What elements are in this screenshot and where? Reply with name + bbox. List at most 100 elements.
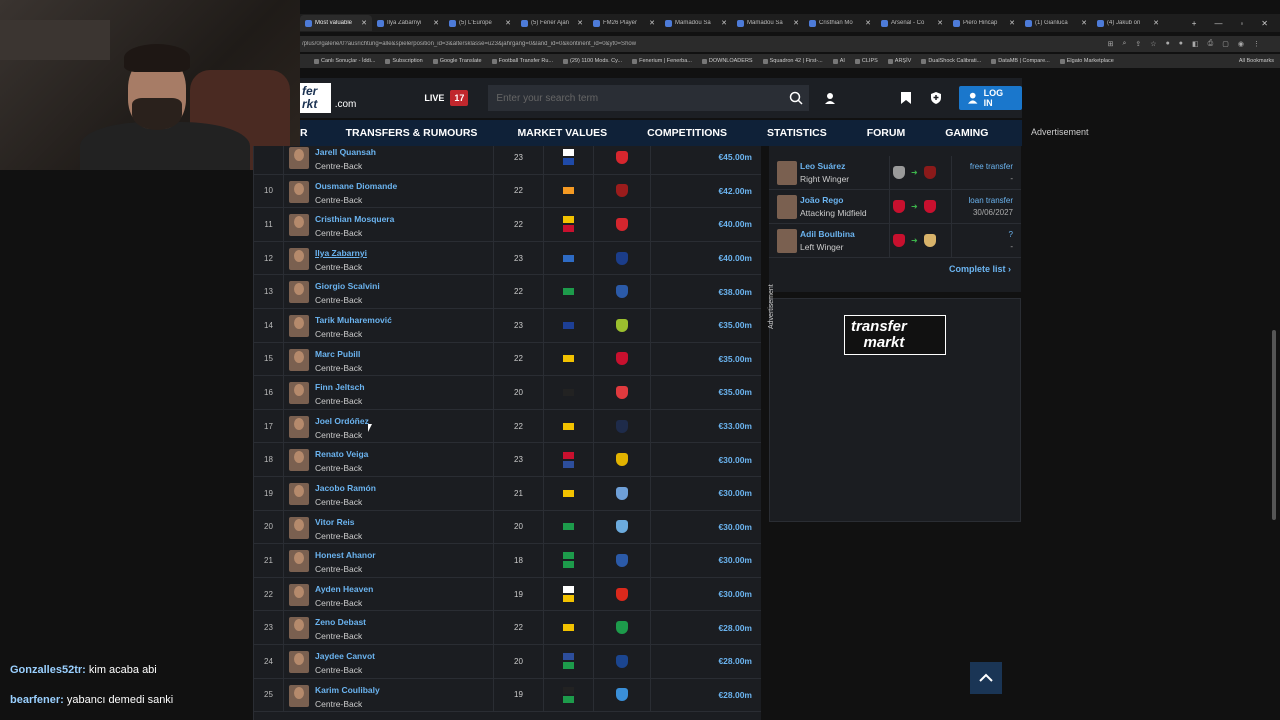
bookmark-item[interactable]: Elgato Marketplace: [1059, 58, 1114, 64]
bookmark-item[interactable]: Canlı Sonuçlar - İddi...: [314, 58, 375, 64]
all-bookmarks[interactable]: All Bookmarks: [1239, 58, 1280, 64]
transfermarkt-logo[interactable]: transfer markt: [844, 315, 946, 355]
club-cell[interactable]: [594, 208, 650, 241]
player-name-link[interactable]: Jaydee Canvot: [315, 651, 375, 661]
player-name-link[interactable]: Jarell Quansah: [315, 147, 376, 157]
extension-icon[interactable]: ●: [1179, 40, 1183, 48]
player-photo[interactable]: [289, 382, 309, 405]
market-value-link[interactable]: €30.00m: [718, 511, 752, 544]
player-name-link[interactable]: João Rego: [800, 195, 843, 205]
player-photo[interactable]: [777, 161, 797, 185]
close-tab-icon[interactable]: ✕: [649, 19, 655, 27]
club-cell[interactable]: [594, 376, 650, 409]
club-cell[interactable]: [594, 410, 650, 443]
player-photo[interactable]: [289, 684, 309, 707]
player-photo[interactable]: [289, 651, 309, 673]
user-search-icon[interactable]: [823, 90, 838, 106]
player-photo[interactable]: [289, 348, 309, 371]
club-cell[interactable]: [594, 242, 650, 275]
market-value-link[interactable]: €45.00m: [718, 146, 752, 174]
browser-tab[interactable]: (4) Jakub on ✕: [1092, 15, 1164, 31]
browser-tab[interactable]: FM26 Player ✕: [588, 15, 660, 31]
club-cell[interactable]: [594, 309, 650, 342]
from-club-crest-icon[interactable]: [893, 234, 905, 247]
minimize-icon[interactable]: —: [1214, 19, 1222, 28]
bookmark-item[interactable]: DOWNLOADERS: [701, 58, 753, 64]
player-name-link[interactable]: Marc Pubill: [315, 349, 360, 359]
bookmark-item[interactable]: Subscription: [385, 58, 423, 64]
player-photo[interactable]: [289, 214, 309, 237]
close-tab-icon[interactable]: ✕: [865, 19, 871, 27]
market-value-link[interactable]: €28.00m: [718, 611, 752, 644]
market-value-link[interactable]: €35.00m: [718, 376, 752, 409]
sidebar-icon[interactable]: ▢: [1222, 40, 1229, 48]
transfer-fee[interactable]: ? -: [1009, 229, 1013, 253]
zoom-icon[interactable]: ⌕: [1122, 40, 1126, 48]
bookmark-icon[interactable]: [899, 90, 914, 106]
shield-icon[interactable]: [928, 90, 943, 106]
market-value-link[interactable]: €30.00m: [718, 477, 752, 510]
club-cell[interactable]: [594, 275, 650, 308]
player-photo[interactable]: [289, 516, 309, 539]
from-club-crest-icon[interactable]: [893, 166, 905, 179]
close-tab-icon[interactable]: ✕: [433, 19, 439, 27]
bookmark-item[interactable]: DualShock Calibrati...: [921, 58, 981, 64]
market-value-link[interactable]: €35.00m: [718, 343, 752, 376]
bookmark-item[interactable]: (29) 1100 Mods. Cy...: [563, 58, 622, 64]
player-name-link[interactable]: Tarik Muharemović: [315, 315, 392, 325]
extensions-icon[interactable]: ◧: [1192, 40, 1199, 48]
club-cell[interactable]: [594, 146, 650, 174]
close-tab-icon[interactable]: ✕: [721, 19, 727, 27]
player-photo[interactable]: [289, 180, 309, 203]
nav-item-partial[interactable]: R: [300, 127, 308, 139]
search-button[interactable]: [783, 85, 809, 111]
bookmark-item[interactable]: Google Translate: [432, 58, 482, 64]
close-tab-icon[interactable]: ✕: [937, 19, 943, 27]
browser-tab[interactable]: (5) Fener Ajan ✕: [516, 15, 588, 31]
bookmark-item[interactable]: Fenerium | Fenerba...: [632, 58, 692, 64]
player-name-link[interactable]: Honest Ahanor: [315, 550, 376, 560]
player-photo[interactable]: [289, 415, 309, 438]
page-scrollbar[interactable]: [1272, 330, 1276, 520]
close-window-icon[interactable]: ✕: [1261, 19, 1268, 28]
close-tab-icon[interactable]: ✕: [1081, 19, 1087, 27]
bookmark-item[interactable]: DataMB | Compare...: [991, 58, 1050, 64]
live-button[interactable]: LIVE 17: [424, 90, 469, 106]
profile-icon[interactable]: ◉: [1238, 40, 1244, 48]
nav-item-market-values[interactable]: MARKET VALUES: [517, 127, 607, 139]
market-value-link[interactable]: €30.00m: [718, 443, 752, 476]
player-name-link[interactable]: Ayden Heaven: [315, 584, 373, 594]
browser-tab[interactable]: Ilya Zabarnyi ✕: [372, 15, 444, 31]
bookmark-item[interactable]: Squadron 42 | First-...: [762, 58, 823, 64]
close-tab-icon[interactable]: ✕: [577, 19, 583, 27]
search-input[interactable]: Enter your search term: [496, 93, 783, 104]
market-value-link[interactable]: €40.00m: [718, 242, 752, 275]
market-value-link[interactable]: €30.00m: [718, 544, 752, 577]
menu-icon[interactable]: ⋮: [1253, 40, 1260, 48]
nav-item-transfers[interactable]: TRANSFERS & RUMOURS: [346, 127, 478, 139]
player-name-link[interactable]: Jacobo Ramón: [315, 483, 376, 493]
scroll-to-top-button[interactable]: [970, 662, 1002, 694]
club-cell[interactable]: [594, 611, 650, 644]
browser-tab[interactable]: Piero Hincap ✕: [948, 15, 1020, 31]
player-photo[interactable]: [777, 195, 797, 219]
player-name-link[interactable]: Cristhian Mosquera: [315, 214, 394, 224]
club-cell[interactable]: [594, 679, 650, 712]
close-tab-icon[interactable]: ✕: [793, 19, 799, 27]
browser-tab[interactable]: Mamadou Sa ✕: [732, 15, 804, 31]
player-photo[interactable]: [777, 229, 797, 253]
club-cell[interactable]: [594, 175, 650, 208]
player-name-link[interactable]: Ilya Zabarnyi: [315, 248, 367, 258]
player-photo[interactable]: [289, 449, 309, 472]
transfer-fee[interactable]: loan transfer 30/06/2027: [969, 195, 1013, 219]
nav-item-competitions[interactable]: COMPETITIONS: [647, 127, 727, 139]
market-value-link[interactable]: €38.00m: [718, 275, 752, 308]
player-photo[interactable]: [289, 583, 309, 606]
browser-tab[interactable]: Cristhian Mo ✕: [804, 15, 876, 31]
bookmark-item[interactable]: ARŞİV: [887, 58, 911, 64]
player-name-link[interactable]: Karim Coulibaly: [315, 685, 380, 695]
player-name-link[interactable]: Ousmane Diomande: [315, 181, 397, 191]
player-name-link[interactable]: Leo Suárez: [800, 161, 845, 171]
player-photo[interactable]: [289, 617, 309, 640]
club-cell[interactable]: [594, 578, 650, 611]
